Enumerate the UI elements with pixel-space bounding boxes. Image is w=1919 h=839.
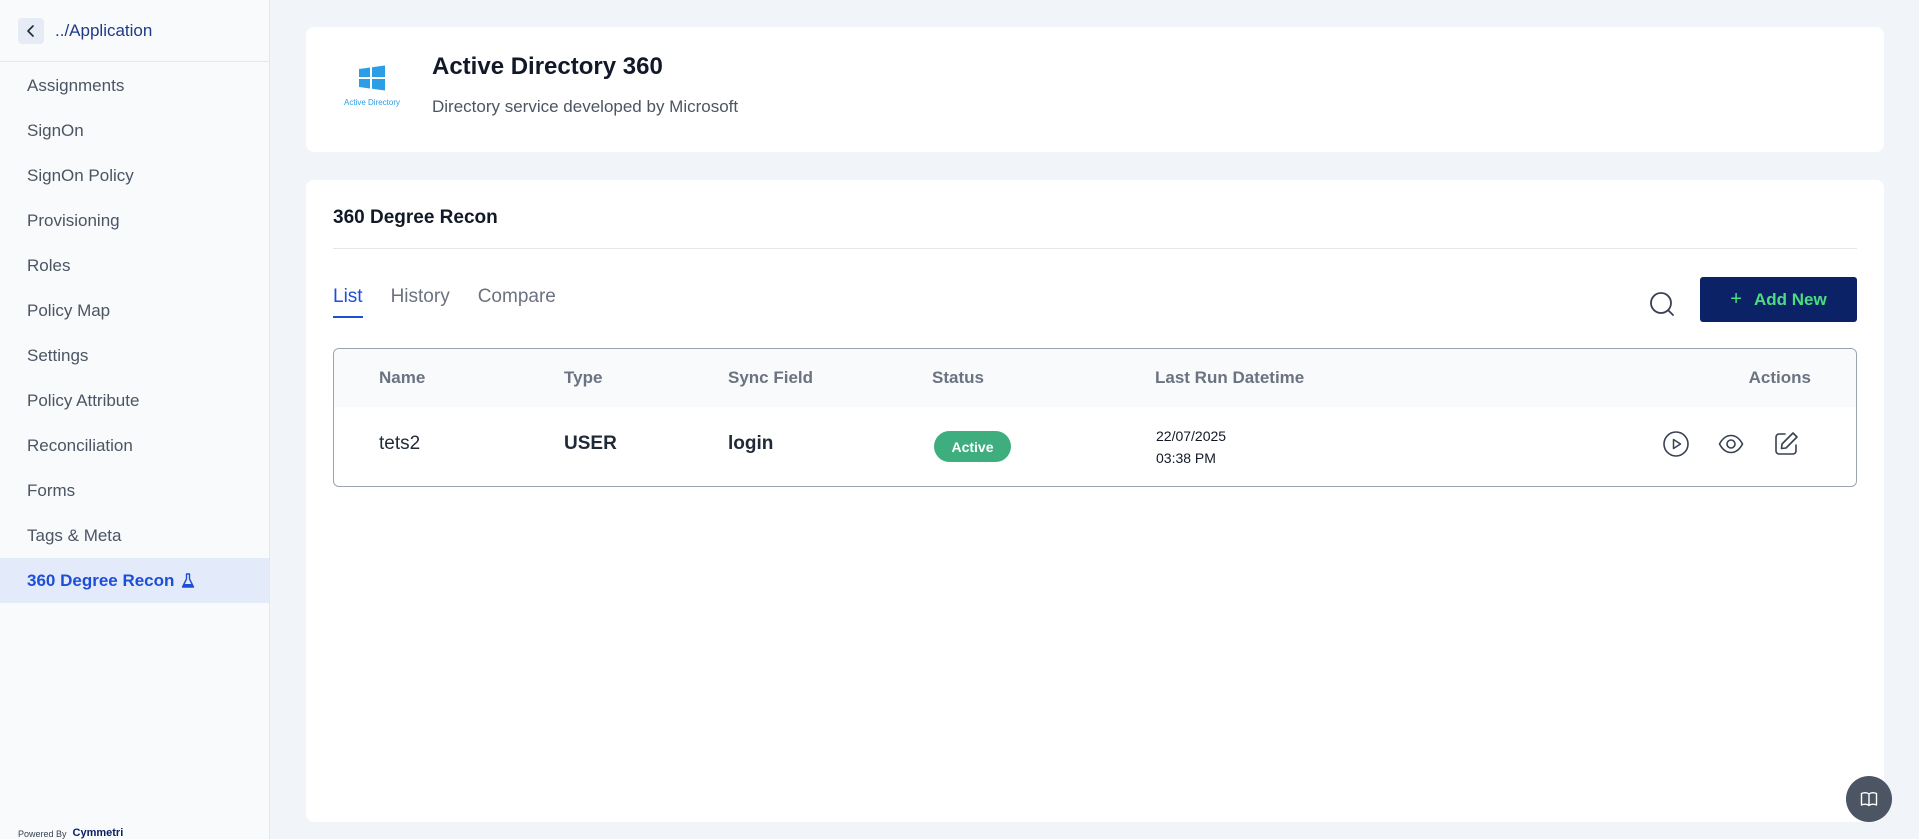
add-new-button[interactable]: + Add New — [1700, 277, 1857, 322]
sidebar-item-label: SignOn Policy — [27, 165, 134, 185]
recon-table: Name Type Sync Field Status Last Run Dat… — [333, 348, 1857, 487]
sidebar-item-label: Settings — [27, 345, 89, 365]
divider — [333, 248, 1857, 249]
column-header-sync-field[interactable]: Sync Field — [728, 368, 813, 388]
help-book-icon[interactable] — [1846, 776, 1892, 822]
brand-logo: Cymmetri — [72, 827, 124, 839]
sidebar-item-settings[interactable]: Settings — [0, 333, 269, 378]
tab-history[interactable]: History — [391, 286, 450, 318]
chevron-left-icon[interactable] — [18, 17, 44, 44]
sidebar-item-label: 360 Degree Recon — [27, 570, 175, 590]
sidebar-item-label: Roles — [27, 255, 71, 275]
column-header-type[interactable]: Type — [564, 368, 602, 388]
sidebar-item-forms[interactable]: Forms — [0, 468, 269, 513]
play-circle-icon[interactable] — [1659, 427, 1693, 461]
sidebar-item-label: Reconciliation — [27, 435, 133, 455]
back-row[interactable]: ../Application — [0, 0, 269, 62]
sidebar-item-policy-attribute[interactable]: Policy Attribute — [0, 378, 269, 423]
sidebar-item-tags-meta[interactable]: Tags & Meta — [0, 513, 269, 558]
app-header-card: Active Directory Active Directory 360 Di… — [306, 27, 1884, 152]
page-subtitle: Directory service developed by Microsoft — [432, 97, 739, 116]
sidebar-item-policy-map[interactable]: Policy Map — [0, 288, 269, 333]
sidebar-item-label: SignOn — [27, 120, 84, 140]
flask-icon — [181, 572, 195, 589]
column-header-status[interactable]: Status — [932, 368, 984, 388]
add-new-label: Add New — [1753, 289, 1827, 309]
sidebar-item-label: Forms — [27, 480, 76, 500]
cell-type: USER — [564, 433, 617, 454]
cell-date: 22/07/2025 — [1156, 428, 1227, 444]
sidebar-item-label: Provisioning — [27, 210, 120, 230]
sidebar-nav: Assignments SignOn SignOn Policy Provisi… — [0, 62, 269, 603]
sidebar-item-signon-policy[interactable]: SignOn Policy — [0, 153, 269, 198]
cell-last-run: 22/07/2025 03:38 PM — [1156, 425, 1226, 469]
logo-text: Active Directory — [343, 98, 400, 107]
sidebar-item-label: Policy Attribute — [27, 390, 140, 410]
tab-list[interactable]: List — [333, 286, 363, 318]
sidebar-item-label: Assignments — [27, 75, 125, 95]
app-logo: Active Directory — [340, 65, 404, 107]
sidebar-item-label: Tags & Meta — [27, 525, 122, 545]
search-icon[interactable] — [1648, 290, 1676, 318]
column-header-last-run[interactable]: Last Run Datetime — [1155, 368, 1304, 388]
column-header-actions: Actions — [1748, 368, 1811, 387]
recon-card: 360 Degree Recon List History Compare + … — [306, 180, 1884, 822]
windows-logo-icon — [358, 65, 386, 96]
sidebar-item-signon[interactable]: SignOn — [0, 108, 269, 153]
status-badge: Active — [934, 431, 1011, 462]
sidebar-item-provisioning[interactable]: Provisioning — [0, 198, 269, 243]
section-title: 360 Degree Recon — [333, 207, 498, 228]
back-link[interactable]: ../Application — [55, 21, 152, 41]
sidebar: ../Application Assignments SignOn SignOn… — [0, 0, 270, 839]
cell-sync-field: login — [728, 433, 774, 454]
edit-icon[interactable] — [1769, 427, 1803, 461]
page-title: Active Directory 360 — [432, 53, 663, 80]
sidebar-item-assignments[interactable]: Assignments — [0, 63, 269, 108]
sidebar-item-roles[interactable]: Roles — [0, 243, 269, 288]
table-row[interactable]: tets2 USER login Active 22/07/2025 03:38… — [334, 407, 1856, 486]
eye-icon[interactable] — [1714, 427, 1748, 461]
tab-bar: List History Compare — [333, 286, 584, 318]
sidebar-item-reconciliation[interactable]: Reconciliation — [0, 423, 269, 468]
sidebar-item-label: Policy Map — [27, 300, 111, 320]
tab-compare[interactable]: Compare — [478, 286, 556, 318]
cell-name: tets2 — [379, 433, 421, 454]
plus-icon: + — [1730, 288, 1742, 310]
cell-time: 03:38 PM — [1156, 450, 1216, 466]
powered-by: Powered By Cymmetri — [18, 827, 123, 839]
column-header-name[interactable]: Name — [379, 368, 425, 388]
table-header: Name Type Sync Field Status Last Run Dat… — [334, 349, 1856, 407]
sidebar-item-360-degree-recon[interactable]: 360 Degree Recon — [0, 558, 269, 603]
powered-by-label: Powered By — [18, 829, 67, 839]
